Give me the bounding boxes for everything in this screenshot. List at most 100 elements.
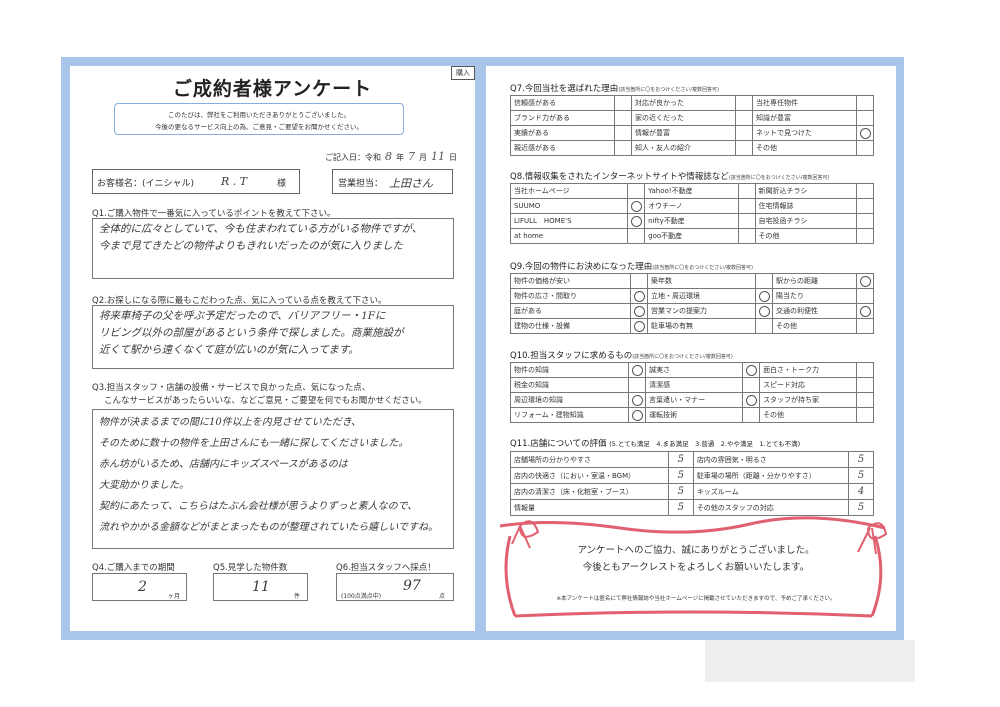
q8-option-label: オウチーノ — [644, 198, 739, 214]
q5-question: Q5.見学した物件数 — [213, 563, 288, 573]
q8-option-checkbox[interactable] — [627, 213, 646, 229]
q8-option-checkbox[interactable] — [856, 213, 874, 229]
q11-score[interactable]: 5 — [848, 499, 874, 516]
q10-option-checkbox[interactable] — [856, 407, 874, 423]
q10-option-checkbox[interactable] — [742, 362, 761, 378]
q7-option-checkbox[interactable] — [735, 95, 753, 111]
q11-score[interactable]: 5 — [848, 467, 874, 484]
q8-option-checkbox[interactable] — [737, 183, 756, 199]
q3-answer-line: 赤ん坊がいるため、店舗内にキッズスペースがあるのは — [99, 459, 348, 470]
q8-option-checkbox[interactable] — [627, 228, 646, 244]
q8-row: SUUMO オウチーノ 住宅情報誌 — [509, 198, 874, 214]
circle-mark-icon — [630, 200, 642, 212]
q11-item-label: 店舗場所の分かりやすさ — [510, 451, 669, 468]
q9-option-checkbox[interactable] — [755, 318, 773, 334]
q9-option-checkbox[interactable] — [630, 318, 648, 334]
circle-mark-icon — [631, 394, 643, 406]
q10-title: Q10.担当スタッフに求めるもの(該当箇所に〇をおつけください/複数回答可) — [510, 349, 733, 361]
q10-option-checkbox[interactable] — [628, 407, 647, 423]
q8-option-label: 自宅投函チラシ — [754, 213, 858, 229]
q7-option-checkbox[interactable] — [856, 110, 874, 126]
q7-option-checkbox[interactable] — [856, 125, 874, 141]
q10-option-label: 言葉遣い・マナー — [645, 392, 744, 408]
thanks-line: 今後ともアークレストをよろしくお願いいたします。 — [582, 562, 810, 573]
q11-title: Q11.店舗についての評価 (5.とても満足 4.まあ満足 3.普通 2.やや満… — [510, 437, 800, 449]
q9-option-checkbox[interactable] — [755, 303, 773, 319]
q9-option-checkbox[interactable] — [630, 273, 648, 289]
q7-option-checkbox[interactable] — [735, 125, 753, 141]
q6-answer-box: (100点満点中) 97 点 — [336, 573, 454, 601]
q8-title: Q8.情報収集をされたインターネットサイトや情報誌など(該当箇所に〇をおつけくだ… — [510, 170, 829, 182]
q10-option-checkbox[interactable] — [628, 362, 647, 378]
q2-answer-line: 将来車椅子の父を呼ぶ予定だったので、バリアフリー・1Fに — [99, 310, 386, 322]
staff-label: 営業担当： — [338, 179, 384, 189]
q9-option-checkbox[interactable] — [755, 288, 773, 304]
q11-score[interactable]: 5 — [667, 467, 694, 484]
q10-option-checkbox[interactable] — [742, 377, 761, 393]
circle-mark-icon — [633, 305, 645, 317]
q6-score: 97 — [403, 578, 421, 594]
q8-options-table: 当社ホームページ Yahoo!不動産 新聞折込チラシ SUUMO オウチーノ 住宅情報誌 L… — [509, 183, 874, 244]
q10-option-checkbox[interactable] — [856, 362, 874, 378]
q11-score[interactable]: 5 — [667, 499, 694, 516]
q8-option-checkbox[interactable] — [737, 198, 756, 214]
q8-option-checkbox[interactable] — [856, 198, 874, 214]
date-year-unit: 年 — [396, 153, 404, 162]
q1-answer-line: 今まで見てきたどの物件よりもきれいだったのが気に入りました — [99, 240, 403, 252]
q9-option-label: 陽当たり — [772, 288, 857, 304]
q9-title-text: Q9.今回の物件にお決めになった理由 — [510, 262, 653, 272]
q3-answer-box: 物件が決まるまでの間に10件以上を内見させていただき、 そのために数十の物件を上… — [92, 409, 454, 549]
q8-option-checkbox[interactable] — [737, 213, 756, 229]
circle-mark-icon — [758, 305, 770, 317]
q7-option-checkbox[interactable] — [856, 140, 874, 156]
q11-score[interactable]: 5 — [848, 451, 874, 468]
q11-row: 店舗場所の分かりやすさ 5 店内の雰囲気・明るさ 5 — [510, 451, 874, 468]
q8-option-label: 新聞折込チラシ — [754, 183, 858, 199]
q9-option-checkbox[interactable] — [856, 303, 874, 319]
q7-option-label: 対応が良かった — [631, 95, 736, 111]
q9-option-checkbox[interactable] — [856, 318, 874, 334]
q8-option-label: その他 — [754, 228, 858, 244]
q7-option-checkbox[interactable] — [614, 110, 632, 126]
q8-option-label: SUUMO — [509, 198, 629, 214]
q3-answer-line: 契約にあたって、こちらはたぶん会社様が思うよりずっと素人なので、 — [99, 501, 418, 512]
survey-title: ご成約者様アンケート — [172, 78, 373, 100]
q7-option-checkbox[interactable] — [735, 110, 753, 126]
q10-option-checkbox[interactable] — [742, 407, 761, 423]
q8-option-label: 当社ホームページ — [509, 183, 629, 199]
q8-option-label: goo不動産 — [644, 228, 739, 244]
q10-option-checkbox[interactable] — [628, 377, 647, 393]
q9-row: 物件の価格が安い 築年数 駅からの距離 — [510, 273, 874, 289]
q9-option-checkbox[interactable] — [856, 288, 874, 304]
q7-option-label: 知人・友人の紹介 — [631, 140, 736, 156]
q7-option-checkbox[interactable] — [614, 125, 632, 141]
q9-row: 建物の仕様・設備 駐車場の有無 その他 — [510, 318, 874, 334]
q7-row: ブランド力がある 家の近くだった 知識が豊富 — [510, 110, 874, 126]
q6-question: Q6.担当スタッフへ採点！ — [336, 563, 436, 573]
q7-option-checkbox[interactable] — [856, 95, 874, 111]
q10-option-checkbox[interactable] — [856, 392, 874, 408]
q10-option-checkbox[interactable] — [742, 392, 761, 408]
q11-score[interactable]: 4 — [848, 483, 874, 500]
q7-option-checkbox[interactable] — [614, 140, 632, 156]
q7-row: 実績がある 情報が豊富 ネットで見つけた — [510, 125, 874, 141]
q7-option-checkbox[interactable] — [735, 140, 753, 156]
q7-option-checkbox[interactable] — [614, 95, 632, 111]
q8-option-checkbox[interactable] — [627, 198, 646, 214]
q8-option-checkbox[interactable] — [856, 183, 874, 199]
q9-option-checkbox[interactable] — [630, 288, 648, 304]
q11-score[interactable]: 5 — [667, 483, 694, 500]
q9-option-label: 営業マンの提案力 — [647, 303, 756, 319]
q11-score[interactable]: 5 — [667, 451, 694, 468]
q7-option-label: 実績がある — [510, 125, 615, 141]
q8-note: (該当箇所に〇をおつけください/複数回答可) — [728, 175, 830, 181]
q9-option-checkbox[interactable] — [856, 273, 874, 289]
q8-option-checkbox[interactable] — [856, 228, 874, 244]
q8-option-checkbox[interactable] — [737, 228, 756, 244]
q9-option-checkbox[interactable] — [755, 273, 773, 289]
q10-option-checkbox[interactable] — [856, 377, 874, 393]
q10-option-checkbox[interactable] — [628, 392, 647, 408]
q9-option-checkbox[interactable] — [630, 303, 648, 319]
q11-row: 情報量 5 その他のスタッフの対応 5 — [510, 499, 874, 516]
q8-option-checkbox[interactable] — [627, 183, 646, 199]
